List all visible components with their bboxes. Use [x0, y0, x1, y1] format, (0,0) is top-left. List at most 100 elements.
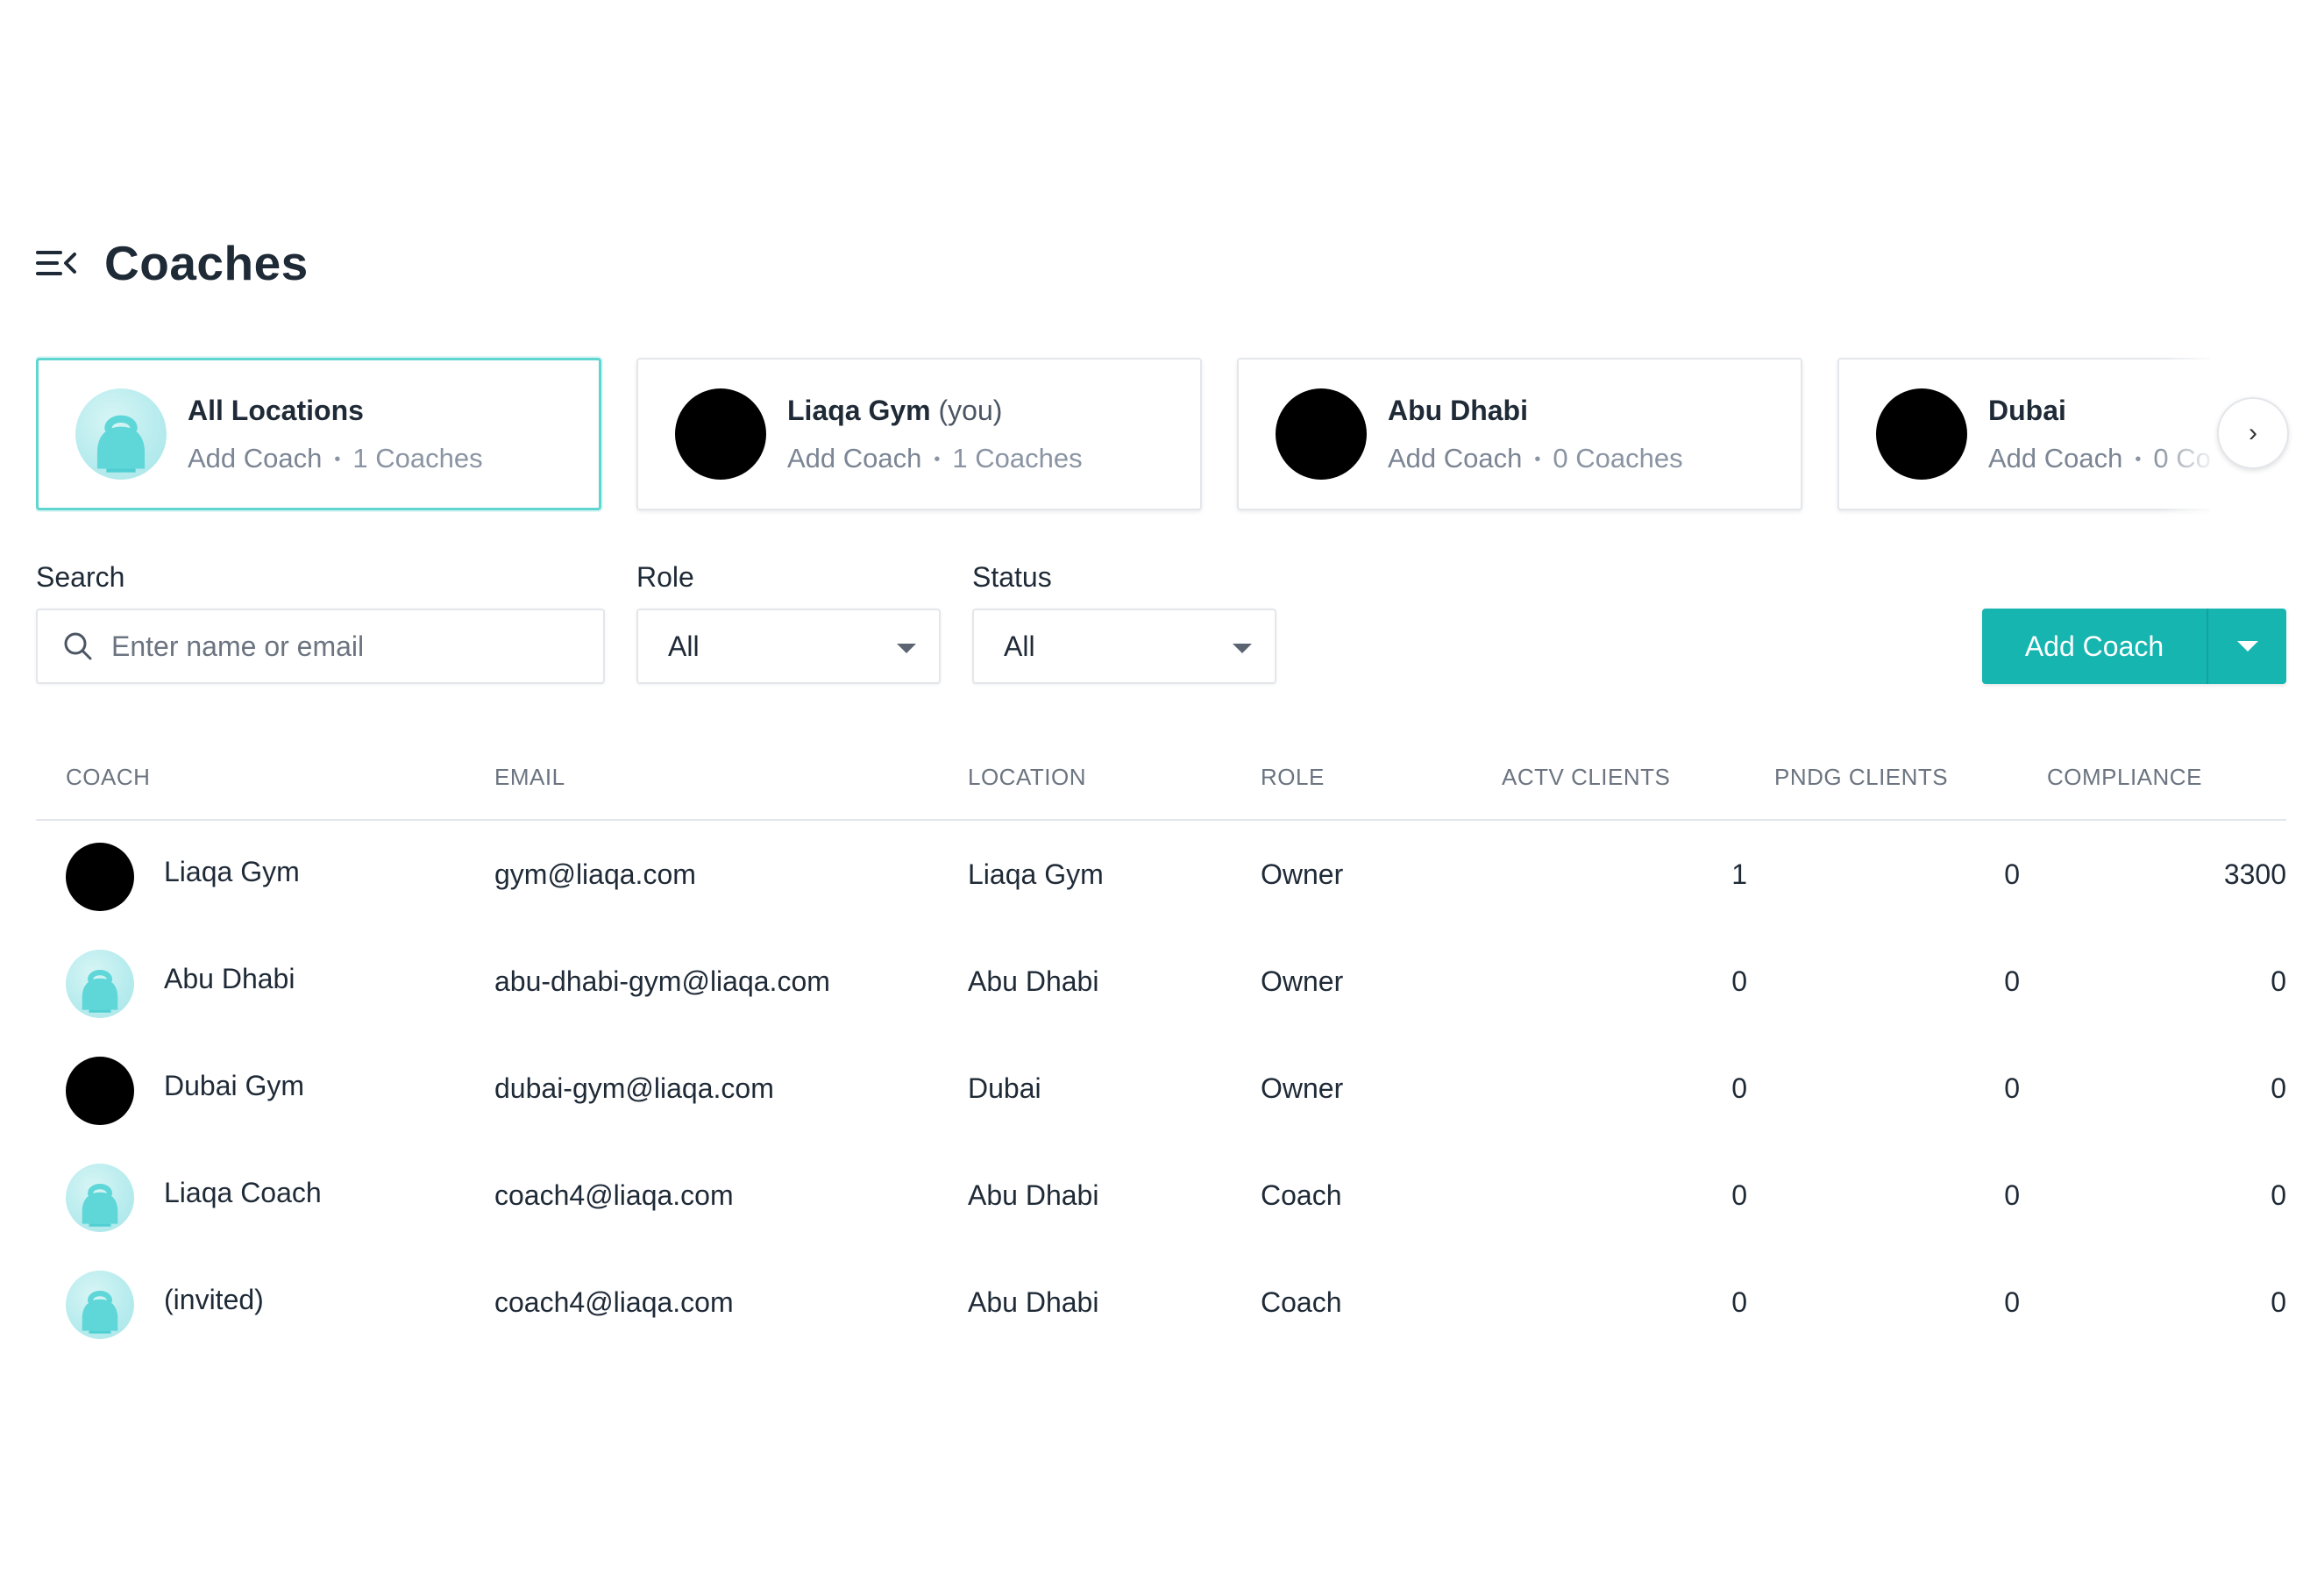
location-carousel-viewport: All Locations Add Coach • 1 Coaches Liaqa Gy… — [36, 356, 2210, 516]
coach-email: dubai-gym@liaqa.com — [494, 1072, 774, 1104]
location-name: All Locations — [188, 395, 483, 427]
active-clients-count: 0 — [1731, 965, 1747, 997]
add-coach-dropdown-button[interactable] — [2208, 609, 2286, 684]
chevron-down-icon — [1233, 644, 1252, 653]
kettlebell-logo-icon — [66, 1271, 134, 1339]
pending-clients-count: 0 — [2004, 965, 2020, 997]
kettlebell-logo-icon — [75, 388, 167, 480]
table-row[interactable]: Liaqa Coach coach4@liaqa.com Abu Dhabi Coac… — [0, 1144, 2324, 1251]
column-header-active-clients[interactable]: ACTV CLIENTS — [1502, 764, 1670, 791]
search-input[interactable] — [111, 630, 603, 663]
coach-name: (invited) — [164, 1284, 264, 1315]
location-name-text: Liaqa Gym — [787, 394, 931, 426]
location-card-text: Abu Dhabi Add Coach • 0 Coaches — [1388, 395, 1683, 474]
location-avatar — [675, 388, 766, 480]
compliance-value: 0 — [2271, 1179, 2286, 1211]
coach-role: Owner — [1261, 1072, 1344, 1104]
column-header-email[interactable]: EMAIL — [494, 764, 565, 791]
compliance-value: 3300 — [2223, 858, 2286, 890]
carousel-fade — [2157, 356, 2219, 516]
coach-role: Owner — [1261, 858, 1344, 890]
pending-clients-count: 0 — [2004, 858, 2020, 890]
coach-name: Abu Dhabi — [164, 963, 295, 994]
role-select[interactable]: All — [636, 609, 941, 684]
location-name: Liaqa Gym (you) — [787, 395, 1083, 427]
coach-role: Owner — [1261, 965, 1344, 997]
location-add-coach-link[interactable]: Add Coach — [1988, 443, 2122, 474]
table-row[interactable]: Abu Dhabi abu-dhabi-gym@liaqa.com Abu Dhab… — [0, 930, 2324, 1037]
separator-dot: • — [1534, 449, 1541, 469]
coach-location: Liaqa Gym — [968, 858, 1104, 890]
coach-email: gym@liaqa.com — [494, 858, 696, 890]
location-meta: Add Coach • 1 Coaches — [787, 443, 1083, 474]
role-label: Role — [636, 561, 694, 593]
active-clients-count: 0 — [1731, 1286, 1747, 1318]
coach-email: abu-dhabi-gym@liaqa.com — [494, 965, 830, 997]
pending-clients-count: 0 — [2004, 1072, 2020, 1104]
location-card[interactable]: All Locations Add Coach • 1 Coaches — [36, 358, 601, 510]
compliance-value: 0 — [2271, 1072, 2286, 1104]
column-header-location[interactable]: LOCATION — [968, 764, 1086, 791]
coach-name: Liaqa Gym — [164, 856, 300, 887]
add-coach-split-button: Add Coach — [1982, 609, 2286, 684]
role-select-value: All — [668, 630, 700, 662]
location-you-tag: (you) — [938, 394, 1003, 426]
coach-role: Coach — [1261, 1179, 1342, 1211]
carousel-next-button[interactable]: › — [2217, 397, 2289, 469]
menu-collapse-icon[interactable] — [36, 246, 78, 281]
status-label: Status — [972, 561, 1052, 593]
kettlebell-logo-icon — [66, 950, 134, 1018]
column-header-compliance[interactable]: COMPLIANCE — [2047, 764, 2202, 791]
coach-location: Dubai — [968, 1072, 1041, 1104]
coach-location: Abu Dhabi — [968, 965, 1099, 997]
pending-clients-count: 0 — [2004, 1179, 2020, 1211]
search-field[interactable] — [36, 609, 605, 684]
page-header: Coaches — [36, 235, 309, 291]
location-coach-count: 1 Coaches — [952, 442, 1083, 474]
coach-avatar — [66, 1057, 134, 1125]
page-title: Coaches — [104, 236, 309, 290]
separator-dot: • — [934, 449, 941, 469]
location-card[interactable]: Abu Dhabi Add Coach • 0 Coaches — [1237, 358, 1802, 510]
compliance-value: 0 — [2271, 1286, 2286, 1318]
table-row[interactable]: (invited) coach4@liaqa.com Abu Dhabi Coach 0… — [0, 1251, 2324, 1358]
table-header-divider — [36, 819, 2286, 821]
table-row[interactable]: Liaqa Gym gym@liaqa.com Liaqa Gym Owner 1 0 33… — [0, 823, 2324, 930]
status-select-value: All — [1004, 630, 1035, 662]
coach-email: coach4@liaqa.com — [494, 1179, 734, 1211]
column-header-pending-clients[interactable]: PNDG CLIENTS — [1774, 764, 1948, 791]
location-card[interactable]: DubaiAdd Coach•0 Coaches — [1837, 358, 2210, 510]
kettlebell-logo-icon — [66, 1164, 134, 1232]
separator-dot: • — [2135, 449, 2142, 469]
coach-email: coach4@liaqa.com — [494, 1286, 734, 1318]
location-meta: Add Coach • 1 Coaches — [188, 443, 483, 474]
coach-role: Coach — [1261, 1286, 1342, 1318]
coach-name: Dubai Gym — [164, 1070, 305, 1101]
chevron-right-icon: › — [2249, 418, 2257, 447]
location-card-text: All Locations Add Coach • 1 Coaches — [188, 395, 483, 474]
caret-down-icon — [2236, 641, 2258, 652]
coach-name: Liaqa Coach — [164, 1177, 322, 1208]
coach-location: Abu Dhabi — [968, 1286, 1099, 1318]
location-coach-count: 1 Coaches — [352, 442, 483, 474]
location-card[interactable]: Liaqa Gym (you) Add Coach • 1 Coaches — [636, 358, 1202, 510]
location-meta: Add Coach • 0 Coaches — [1388, 443, 1683, 474]
column-header-coach[interactable]: COACH — [66, 764, 150, 791]
search-label: Search — [36, 561, 125, 593]
location-coach-count: 0 Coaches — [1553, 442, 1683, 474]
coach-avatar — [66, 843, 134, 911]
table-row[interactable]: Dubai Gym dubai-gym@liaqa.com Dubai Owner 0 0… — [0, 1037, 2324, 1144]
separator-dot: • — [334, 449, 341, 469]
location-add-coach-link[interactable]: Add Coach — [787, 443, 921, 474]
location-avatar — [1876, 388, 1967, 480]
active-clients-count: 1 — [1731, 858, 1747, 890]
location-name-text: Dubai — [1988, 394, 2066, 426]
add-coach-button[interactable]: Add Coach — [1982, 609, 2208, 684]
status-select[interactable]: All — [972, 609, 1276, 684]
location-add-coach-link[interactable]: Add Coach — [1388, 443, 1522, 474]
active-clients-count: 0 — [1731, 1179, 1747, 1211]
column-header-role[interactable]: ROLE — [1261, 764, 1325, 791]
location-carousel: All Locations Add Coach • 1 Coaches Liaqa Gy… — [36, 356, 2289, 516]
coach-location: Abu Dhabi — [968, 1179, 1099, 1211]
location-add-coach-link[interactable]: Add Coach — [188, 443, 322, 474]
